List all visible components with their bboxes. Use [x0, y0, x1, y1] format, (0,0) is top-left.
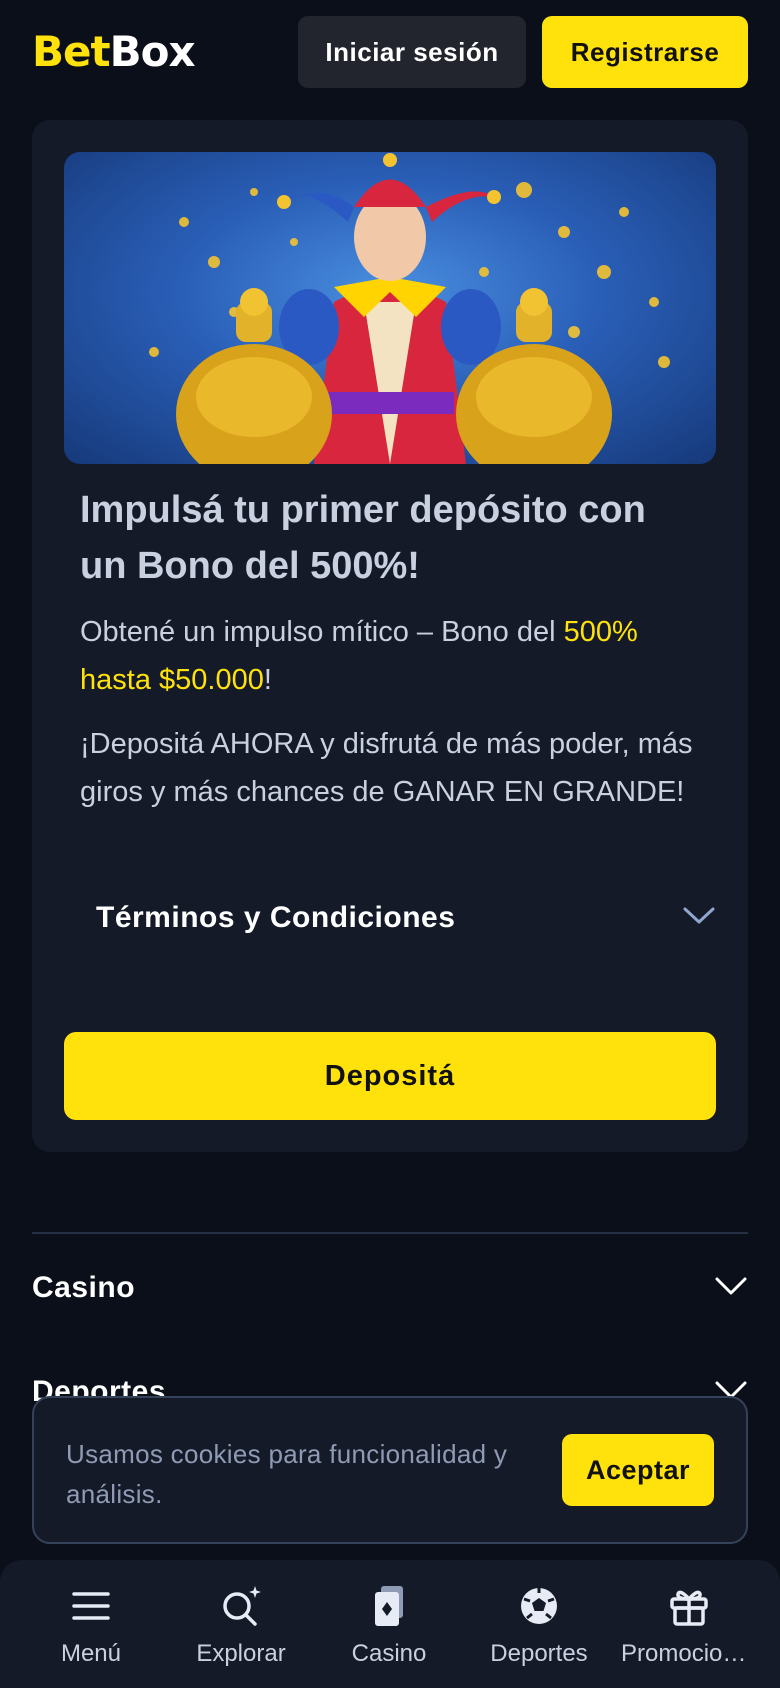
- cards-icon: [367, 1584, 411, 1628]
- register-button[interactable]: Registrarse: [542, 16, 748, 88]
- header: BetBox Iniciar sesión Registrarse: [0, 0, 780, 104]
- menu-icon: [69, 1584, 113, 1628]
- accept-cookies-button[interactable]: Aceptar: [562, 1434, 714, 1506]
- betbox-logo[interactable]: BetBox: [32, 27, 196, 76]
- nav-item-menu[interactable]: Menú: [16, 1584, 166, 1684]
- chevron-down-icon: [682, 906, 716, 931]
- promo-title: Impulsá tu primer depósito con un Bono d…: [80, 489, 646, 587]
- search-icon: [219, 1584, 263, 1628]
- soccer-ball-icon: [517, 1584, 561, 1628]
- cookie-banner: Usamos cookies para funcionalidad y anál…: [32, 1396, 748, 1544]
- cookie-message: Usamos cookies para funcionalidad y anál…: [66, 1439, 508, 1509]
- accordion-casino-label: Casino: [32, 1271, 136, 1304]
- promo-description-suffix: !: [263, 664, 272, 696]
- nav-label-explore: Explorar: [196, 1640, 286, 1667]
- terms-accordion[interactable]: Términos y Condiciones: [96, 890, 716, 946]
- nav-item-promotions[interactable]: Promociones: [614, 1584, 764, 1684]
- gift-icon: [667, 1584, 711, 1628]
- login-button[interactable]: Iniciar sesión: [298, 16, 526, 88]
- nav-label-menu: Menú: [60, 1640, 122, 1667]
- logo-box: Box: [109, 27, 196, 76]
- deposit-button[interactable]: Depositá: [64, 1032, 716, 1120]
- nav-label-sports: Deportes: [490, 1640, 588, 1667]
- promo-cta-text: ¡Depositá AHORA y disfrutá de más poder,…: [80, 728, 693, 808]
- promo-description: Obtené un impulso mítico – Bono del 500%…: [80, 608, 700, 704]
- bottom-navigation: Menú Explorar Casino Deportes Promocione…: [0, 1560, 780, 1688]
- nav-label-promotions: Promociones: [621, 1640, 757, 1667]
- promo-description-prefix: Obtené un impulso mítico – Bono del: [80, 616, 564, 648]
- nav-item-sports[interactable]: Deportes: [464, 1584, 614, 1684]
- logo-bet: Bet: [32, 27, 111, 76]
- nav-item-explore[interactable]: Explorar: [166, 1584, 316, 1684]
- accordion-casino[interactable]: Casino: [32, 1258, 748, 1318]
- nav-item-casino[interactable]: Casino: [314, 1584, 464, 1684]
- jester-illustration: [149, 153, 670, 464]
- nav-label-casino: Casino: [351, 1640, 427, 1667]
- divider: [32, 1232, 748, 1234]
- terms-label: Términos y Condiciones: [96, 901, 456, 934]
- promo-banner-image: [64, 152, 716, 464]
- chevron-down-icon: [714, 1275, 748, 1302]
- promo-card: Impulsá tu primer depósito con un Bono d…: [32, 120, 748, 1152]
